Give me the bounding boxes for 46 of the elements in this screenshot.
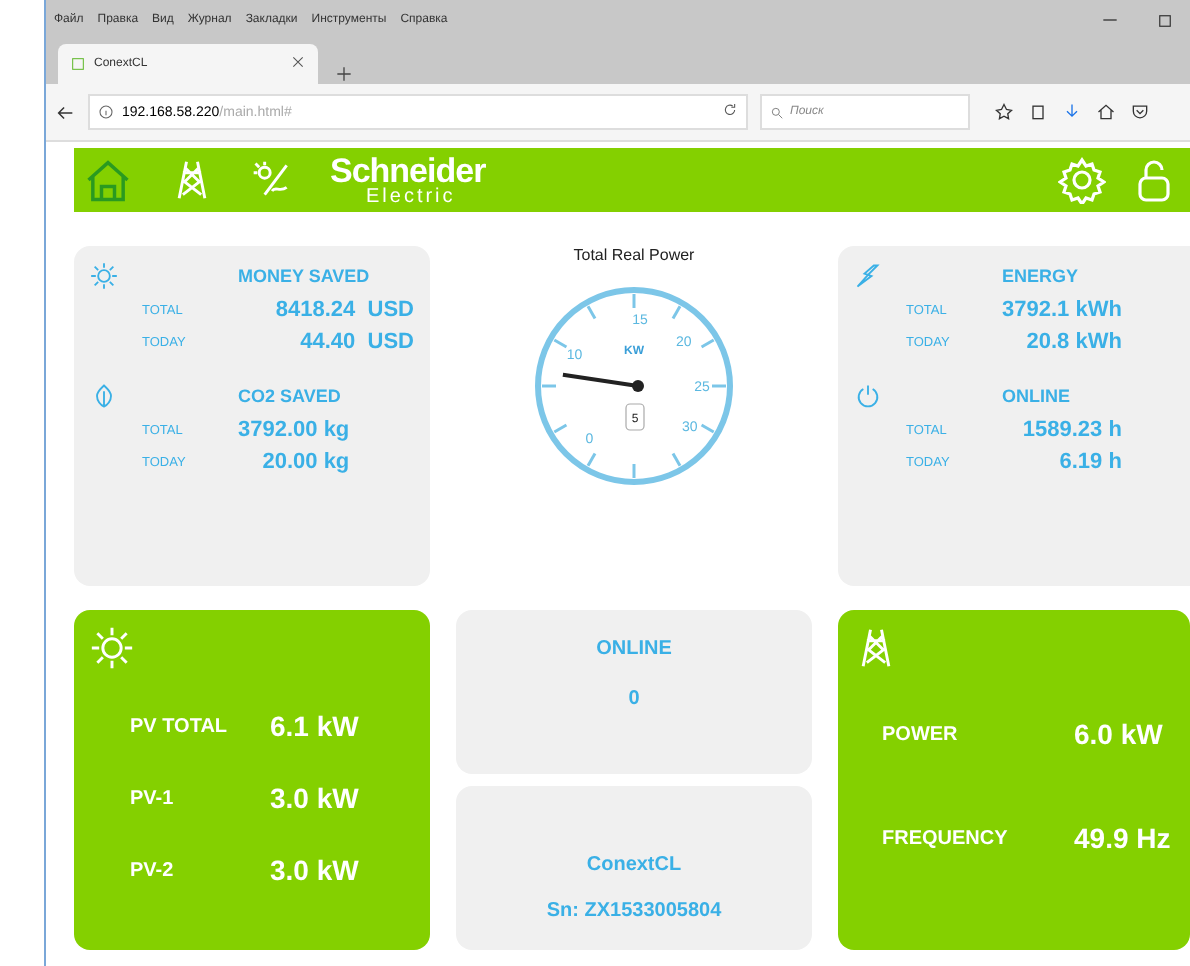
- stat-value: 44.40 USD: [298, 330, 414, 354]
- serial-number: Sn: ZX1533005804: [546, 900, 722, 922]
- pv-label: PV-1: [130, 787, 176, 809]
- sun-icon: [90, 626, 134, 670]
- power-icon: [854, 382, 882, 410]
- pv-value: 3.0 kW: [270, 782, 361, 814]
- grid-value: 49.9 Hz: [1074, 822, 1173, 854]
- gauge-title: Total Real Power: [573, 246, 695, 264]
- section-title: MONEY SAVED: [238, 266, 372, 286]
- grid-value: 6.0 kW: [1074, 718, 1165, 750]
- stat-value: 3792.1 kWh: [1002, 298, 1124, 322]
- online-title: ONLINE: [596, 638, 672, 660]
- online-count: 0: [628, 688, 640, 710]
- pv-label: PV-2: [130, 859, 176, 881]
- lightning-icon: [854, 262, 882, 290]
- stat-value: 8418.24 USD: [273, 298, 414, 322]
- close-icon: [290, 54, 306, 70]
- new-tab-icon: [334, 64, 354, 84]
- gauge-needle: [562, 372, 644, 392]
- maximize-icon: [1156, 11, 1174, 29]
- reload-icon: [722, 102, 738, 118]
- settings-icon: [1058, 156, 1106, 204]
- section-title: CO2 SAVED: [238, 386, 343, 406]
- search-icon: [770, 105, 784, 119]
- grid-label: POWER: [882, 723, 960, 745]
- home-icon: [1096, 102, 1116, 122]
- grid-label: FREQUENCY: [882, 827, 1010, 849]
- stat-value: 20.00 kg: [260, 450, 352, 474]
- device-name: ConextCL: [586, 854, 682, 876]
- download-icon: [1062, 102, 1082, 122]
- leaf-icon: [90, 382, 118, 410]
- pv-label: PV TOTAL: [130, 715, 230, 737]
- star-icon: [994, 102, 1014, 122]
- stat-value: 1589.23 h: [1020, 418, 1124, 442]
- stat-value: 20.8 kWh: [1024, 330, 1124, 354]
- info-icon: [98, 104, 114, 120]
- sun-icon: [90, 262, 118, 290]
- section-title: ENERGY: [1002, 266, 1081, 286]
- section-title: ONLINE: [1002, 386, 1073, 406]
- pv-value: 6.1 kW: [270, 710, 361, 742]
- back-icon: [54, 101, 76, 123]
- page-icon: [70, 56, 86, 72]
- stat-value: 6.19 h: [1057, 450, 1124, 474]
- company-logo: Schneider Electric: [330, 153, 486, 207]
- pv-value: 3.0 kW: [270, 854, 361, 886]
- stat-value: 3792.00 kg: [238, 418, 352, 442]
